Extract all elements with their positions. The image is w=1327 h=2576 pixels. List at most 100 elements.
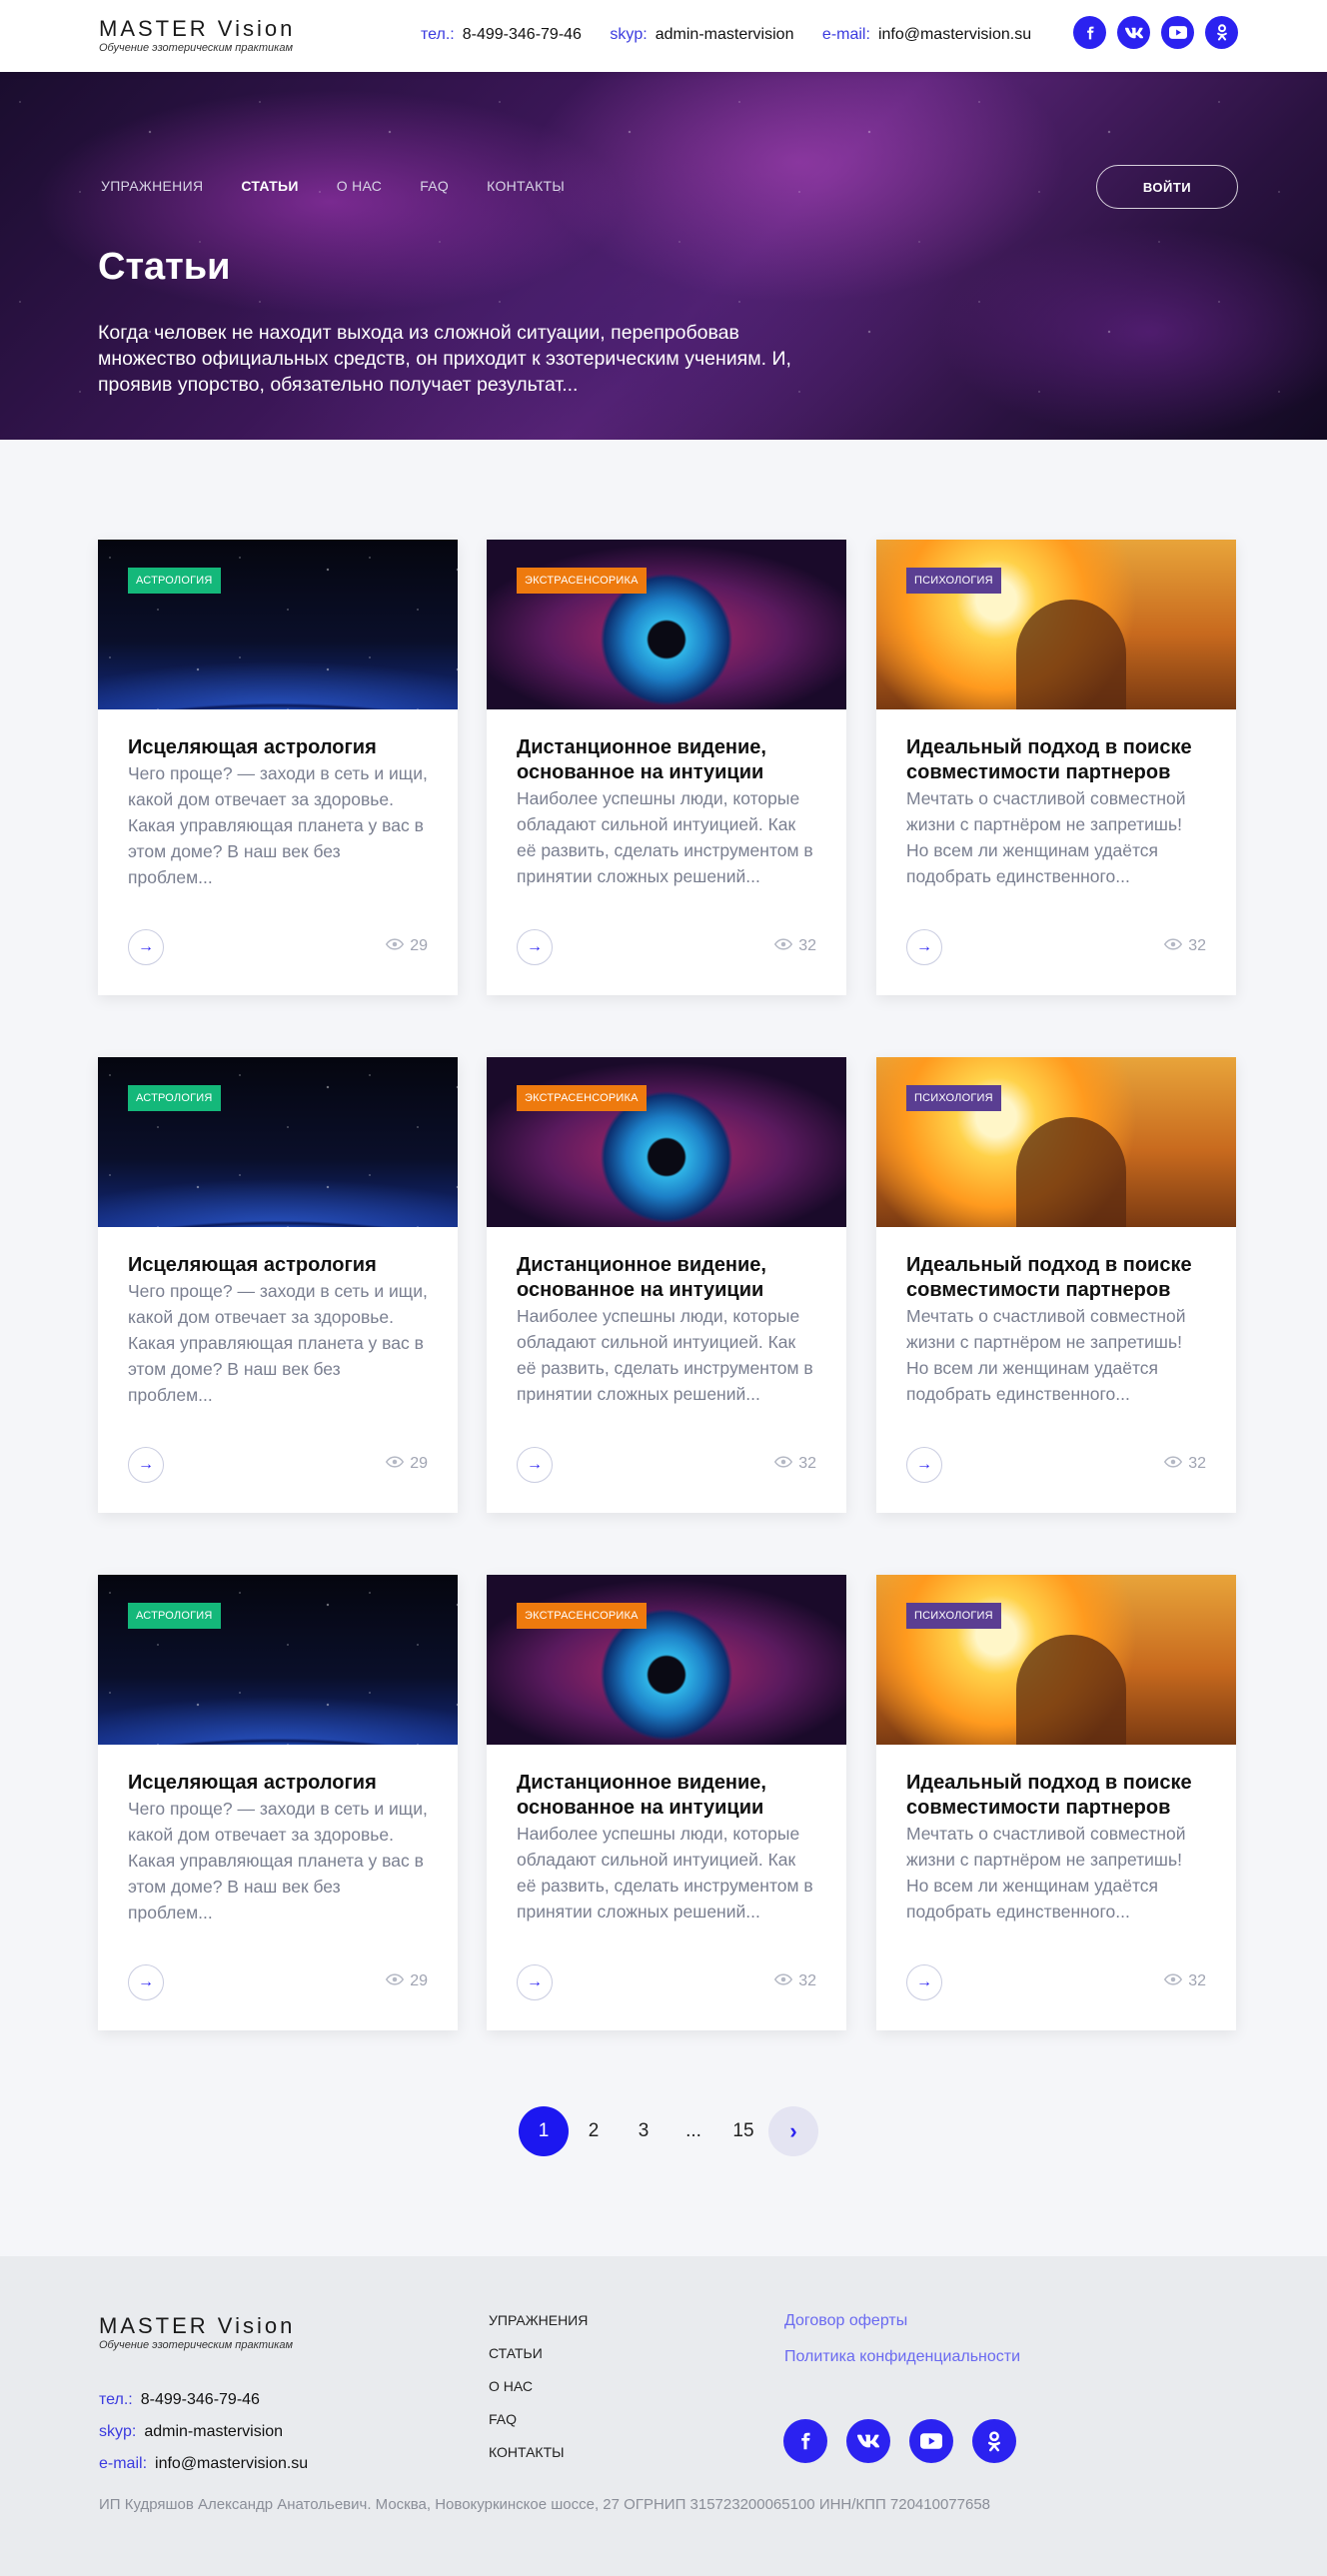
- odnoklassniki-icon[interactable]: [972, 2419, 1016, 2463]
- eye-icon: [1164, 1455, 1183, 1473]
- page-15[interactable]: 15: [718, 2106, 768, 2156]
- article-card[interactable]: ЭКСТРАСЕНСОРИКА Дистанционное видение, ос…: [487, 1575, 846, 2030]
- article-image[interactable]: ПСИХОЛОГИЯ: [876, 540, 1236, 709]
- page-3[interactable]: 3: [619, 2106, 668, 2156]
- article-card[interactable]: АСТРОЛОГИЯ Исцеляющая астрология Чего прощ…: [98, 1057, 458, 1513]
- facebook-icon[interactable]: [1073, 16, 1106, 49]
- article-title[interactable]: Дистанционное видение, основанное на инт…: [517, 1253, 816, 1303]
- view-count: 32: [774, 937, 816, 955]
- category-badge[interactable]: ЭКСТРАСЕНСОРИКА: [517, 1085, 647, 1111]
- article-title[interactable]: Дистанционное видение, основанное на инт…: [517, 735, 816, 785]
- article-image[interactable]: ЭКСТРАСЕНСОРИКА: [487, 1057, 846, 1227]
- view-count-value: 32: [1188, 1455, 1206, 1472]
- article-excerpt: Чего проще? — заходи в сеть и ищи, какой…: [128, 1799, 428, 1923]
- page-1[interactable]: 1: [519, 2106, 569, 2156]
- odnoklassniki-icon[interactable]: [1205, 16, 1238, 49]
- article-image[interactable]: ЭКСТРАСЕНСОРИКА: [487, 540, 846, 709]
- nav-item-exercises[interactable]: УПРАЖНЕНИЯ: [101, 178, 203, 194]
- article-excerpt: Мечтать о счастливой совместной жизни с …: [906, 1306, 1186, 1404]
- article-card[interactable]: ЭКСТРАСЕНСОРИКА Дистанционное видение, ос…: [487, 540, 846, 995]
- eye-icon: [1164, 1972, 1183, 1990]
- read-more-arrow-icon[interactable]: →: [906, 1964, 942, 2000]
- article-excerpt: Мечтать о счастливой совместной жизни с …: [906, 1824, 1186, 1922]
- read-more-arrow-icon[interactable]: →: [128, 1964, 164, 2000]
- article-image[interactable]: АСТРОЛОГИЯ: [98, 1057, 458, 1227]
- article-title[interactable]: Идеальный подход в поиске совместимости …: [906, 1253, 1206, 1303]
- category-badge[interactable]: ПСИХОЛОГИЯ: [906, 1085, 1001, 1111]
- view-count-value: 32: [798, 937, 816, 954]
- article-card[interactable]: ПСИХОЛОГИЯ Идеальный подход в поиске совм…: [876, 540, 1236, 995]
- article-title[interactable]: Исцеляющая астрология: [128, 1771, 428, 1796]
- facebook-icon[interactable]: [783, 2419, 827, 2463]
- read-more-arrow-icon[interactable]: →: [906, 1447, 942, 1483]
- category-badge[interactable]: АСТРОЛОГИЯ: [128, 1603, 221, 1629]
- category-badge[interactable]: ПСИХОЛОГИЯ: [906, 568, 1001, 594]
- category-badge[interactable]: ЭКСТРАСЕНСОРИКА: [517, 568, 647, 594]
- article-image[interactable]: ПСИХОЛОГИЯ: [876, 1575, 1236, 1745]
- article-card[interactable]: АСТРОЛОГИЯ Исцеляющая астрология Чего прощ…: [98, 1575, 458, 2030]
- article-title[interactable]: Идеальный подход в поиске совместимости …: [906, 1771, 1206, 1821]
- read-more-arrow-icon[interactable]: →: [517, 1447, 553, 1483]
- privacy-policy-link[interactable]: Политика конфиденциальности: [784, 2348, 1020, 2365]
- article-image[interactable]: ПСИХОЛОГИЯ: [876, 1057, 1236, 1227]
- article-title[interactable]: Исцеляющая астрология: [128, 735, 428, 760]
- footer-contacts: тел.: 8-499-346-79-46 skyp: admin-mastervi…: [99, 2384, 308, 2480]
- nav-item-faq[interactable]: FAQ: [420, 178, 449, 194]
- eye-icon: [1164, 937, 1183, 955]
- vk-icon[interactable]: [846, 2419, 890, 2463]
- offer-agreement-link[interactable]: Договор оферты: [784, 2312, 1020, 2329]
- footer-nav-contacts[interactable]: КОНТАКТЫ: [489, 2444, 588, 2460]
- article-excerpt: Чего проще? — заходи в сеть и ищи, какой…: [128, 763, 428, 887]
- nav-item-about[interactable]: О НАС: [337, 178, 383, 194]
- view-count-value: 32: [798, 1455, 816, 1472]
- article-title[interactable]: Идеальный подход в поиске совместимости …: [906, 735, 1206, 785]
- read-more-arrow-icon[interactable]: →: [128, 1447, 164, 1483]
- view-count: 32: [774, 1972, 816, 1990]
- top-bar: MASTER Vision Обучение эзотерическим пра…: [0, 0, 1327, 72]
- logo-brand: MASTER Vision: [99, 16, 296, 41]
- category-badge[interactable]: АСТРОЛОГИЯ: [128, 568, 221, 594]
- article-card[interactable]: ПСИХОЛОГИЯ Идеальный подход в поиске совм…: [876, 1575, 1236, 2030]
- view-count: 29: [386, 1455, 428, 1473]
- category-badge[interactable]: АСТРОЛОГИЯ: [128, 1085, 221, 1111]
- eye-icon: [774, 937, 793, 955]
- view-count-value: 29: [410, 937, 428, 954]
- article-card[interactable]: ЭКСТРАСЕНСОРИКА Дистанционное видение, ос…: [487, 1057, 846, 1513]
- youtube-icon[interactable]: [1161, 16, 1194, 49]
- login-button[interactable]: ВОЙТИ: [1096, 165, 1238, 209]
- logo[interactable]: MASTER Vision Обучение эзотерическим пра…: [99, 16, 296, 55]
- article-image[interactable]: АСТРОЛОГИЯ: [98, 540, 458, 709]
- header-phone: тел.: 8-499-346-79-46: [421, 26, 582, 43]
- footer-nav-faq[interactable]: FAQ: [489, 2411, 588, 2427]
- read-more-arrow-icon[interactable]: →: [128, 929, 164, 965]
- vk-icon[interactable]: [1117, 16, 1150, 49]
- view-count: 32: [1164, 1972, 1206, 1990]
- article-card[interactable]: АСТРОЛОГИЯ Исцеляющая астрология Чего прощ…: [98, 540, 458, 995]
- footer-logo[interactable]: MASTER Vision Обучение эзотерическим пра…: [99, 2315, 295, 2352]
- read-more-arrow-icon[interactable]: →: [517, 929, 553, 965]
- footer-nav-articles[interactable]: СТАТЬИ: [489, 2345, 588, 2361]
- read-more-arrow-icon[interactable]: →: [517, 1964, 553, 2000]
- page-2[interactable]: 2: [569, 2106, 619, 2156]
- page-title: Статьи: [98, 246, 231, 288]
- article-card[interactable]: ПСИХОЛОГИЯ Идеальный подход в поиске совм…: [876, 1057, 1236, 1513]
- article-image[interactable]: АСТРОЛОГИЯ: [98, 1575, 458, 1745]
- footer-nav-about[interactable]: О НАС: [489, 2378, 588, 2394]
- chevron-right-icon[interactable]: ›: [768, 2106, 818, 2156]
- view-count-value: 32: [1188, 1972, 1206, 1989]
- article-image[interactable]: ЭКСТРАСЕНСОРИКА: [487, 1575, 846, 1745]
- footer-nav-exercises[interactable]: УПРАЖНЕНИЯ: [489, 2312, 588, 2328]
- article-excerpt: Чего проще? — заходи в сеть и ищи, какой…: [128, 1281, 428, 1405]
- view-count-value: 29: [410, 1455, 428, 1472]
- nav-item-articles[interactable]: СТАТЬИ: [241, 178, 298, 194]
- nav-item-contacts[interactable]: КОНТАКТЫ: [487, 178, 565, 194]
- eye-icon: [386, 1972, 405, 1990]
- article-title[interactable]: Дистанционное видение, основанное на инт…: [517, 1771, 816, 1821]
- view-count: 32: [774, 1455, 816, 1473]
- read-more-arrow-icon[interactable]: →: [906, 929, 942, 965]
- youtube-icon[interactable]: [909, 2419, 953, 2463]
- view-count-value: 32: [1188, 937, 1206, 954]
- category-badge[interactable]: ПСИХОЛОГИЯ: [906, 1603, 1001, 1629]
- article-title[interactable]: Исцеляющая астрология: [128, 1253, 428, 1278]
- category-badge[interactable]: ЭКСТРАСЕНСОРИКА: [517, 1603, 647, 1629]
